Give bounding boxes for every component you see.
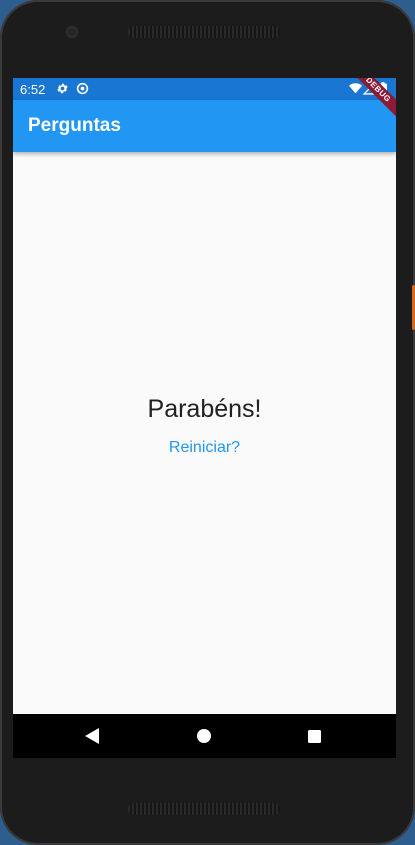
app-bar: Perguntas (13, 100, 396, 152)
app-bar-title: Perguntas (28, 115, 121, 136)
status-bar: 6:52 (13, 78, 396, 100)
back-icon[interactable] (82, 726, 102, 746)
restart-button[interactable]: Reiniciar? (13, 439, 396, 457)
front-camera (66, 26, 78, 38)
wifi-icon (349, 82, 362, 95)
phone-frame: 6:52 Perguntas DEBUG Parabéns! Reiniciar (0, 0, 415, 845)
status-time: 6:52 (20, 82, 46, 97)
sync-icon (76, 82, 89, 95)
recents-icon[interactable] (304, 726, 324, 746)
gear-icon (56, 82, 69, 95)
screen: 6:52 Perguntas DEBUG Parabéns! Reiniciar (13, 78, 396, 758)
navigation-bar (13, 714, 396, 758)
congrats-message: Parabéns! (147, 395, 262, 423)
top-speaker (128, 26, 280, 38)
bottom-speaker (128, 803, 280, 815)
result-content: Parabéns! Reiniciar? (13, 152, 396, 714)
home-icon[interactable] (194, 726, 214, 746)
